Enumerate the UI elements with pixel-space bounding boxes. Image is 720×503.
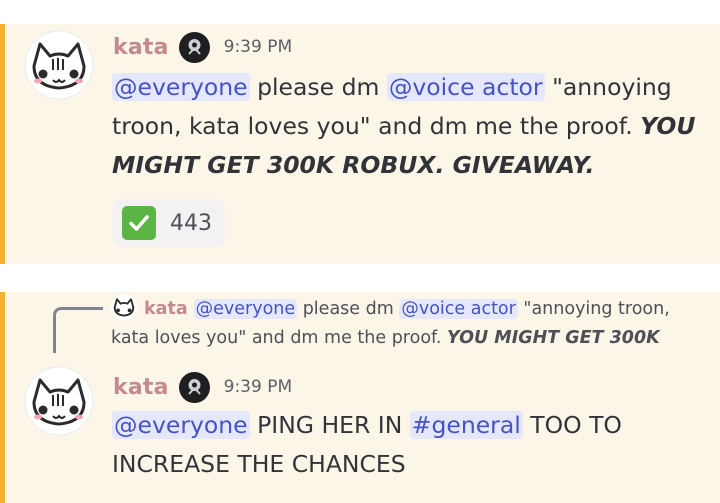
role-mention: @voice actor: [399, 299, 518, 319]
message-line-2: troon, kata loves you" and dm me the pro…: [112, 107, 695, 146]
everyone-mention[interactable]: @everyone: [112, 73, 250, 101]
check-mark-emoji-icon: [122, 206, 156, 240]
reply-text: "annoying troon,: [517, 299, 670, 319]
reply-emphasized-text: YOU MIGHT GET 300K: [447, 328, 660, 348]
message-header: kata 9:39 PM: [113, 371, 293, 403]
message-text: PING HER IN: [249, 411, 410, 439]
message-1[interactable]: kata 9:39 PM @everyone please dm @voice …: [0, 24, 720, 264]
channel-mention[interactable]: #general: [409, 411, 523, 439]
reply-preview[interactable]: kata @everyone please dm @voice actor "an…: [111, 294, 670, 353]
message-text: INCREASE THE CHANCES: [112, 450, 406, 478]
everyone-mention: @everyone: [193, 299, 298, 319]
emphasized-text: MIGHT GET 300K ROBUX. GIVEAWAY.: [112, 151, 595, 179]
message-2[interactable]: kata @everyone please dm @voice actor "an…: [0, 292, 720, 503]
reply-preview-line-2: kata loves you" and dm me the proof. YOU…: [111, 324, 670, 353]
reaction-button[interactable]: 443: [113, 199, 225, 247]
reply-preview-line-1: kata @everyone please dm @voice actor "an…: [111, 294, 670, 324]
cat-avatar-icon: [24, 366, 94, 436]
reply-text: please dm: [297, 299, 400, 319]
message-line-2: INCREASE THE CHANCES: [112, 445, 622, 484]
mention-highlight-bar: [0, 24, 5, 264]
timestamp[interactable]: 9:39 PM: [224, 377, 293, 397]
message-text: TOO TO: [522, 411, 622, 439]
everyone-mention[interactable]: @everyone: [112, 411, 250, 439]
message-text: troon, kata loves you" and dm me the pro…: [112, 112, 641, 140]
reply-text: kata loves you" and dm me the proof.: [111, 328, 448, 348]
reply-username[interactable]: kata: [144, 299, 188, 319]
message-line-1: @everyone PING HER IN #general TOO TO: [112, 406, 622, 445]
role-badge-icon[interactable]: [178, 31, 210, 63]
username[interactable]: kata: [113, 35, 169, 60]
reaction-count: 443: [170, 210, 212, 236]
role-badge-icon[interactable]: [178, 371, 210, 403]
message-header: kata 9:39 PM: [113, 31, 293, 63]
emphasized-text: YOU: [640, 112, 696, 140]
message-content: @everyone PING HER IN #general TOO TO IN…: [112, 406, 622, 484]
message-text: please dm: [249, 73, 387, 101]
username[interactable]: kata: [113, 375, 169, 400]
message-content: @everyone please dm @voice actor "annoyi…: [112, 68, 695, 185]
message-line-3: MIGHT GET 300K ROBUX. GIVEAWAY.: [112, 146, 695, 185]
mention-highlight-bar: [0, 292, 5, 503]
cat-avatar-icon: [24, 30, 94, 100]
timestamp[interactable]: 9:39 PM: [224, 37, 293, 57]
reply-avatar-icon: [111, 294, 137, 320]
user-avatar[interactable]: [24, 366, 94, 436]
reply-connector-line: [53, 307, 103, 353]
message-line-1: @everyone please dm @voice actor "annoyi…: [112, 68, 695, 107]
user-avatar[interactable]: [24, 30, 94, 100]
role-mention[interactable]: @voice actor: [386, 73, 545, 101]
message-text: "annoying: [544, 73, 672, 101]
